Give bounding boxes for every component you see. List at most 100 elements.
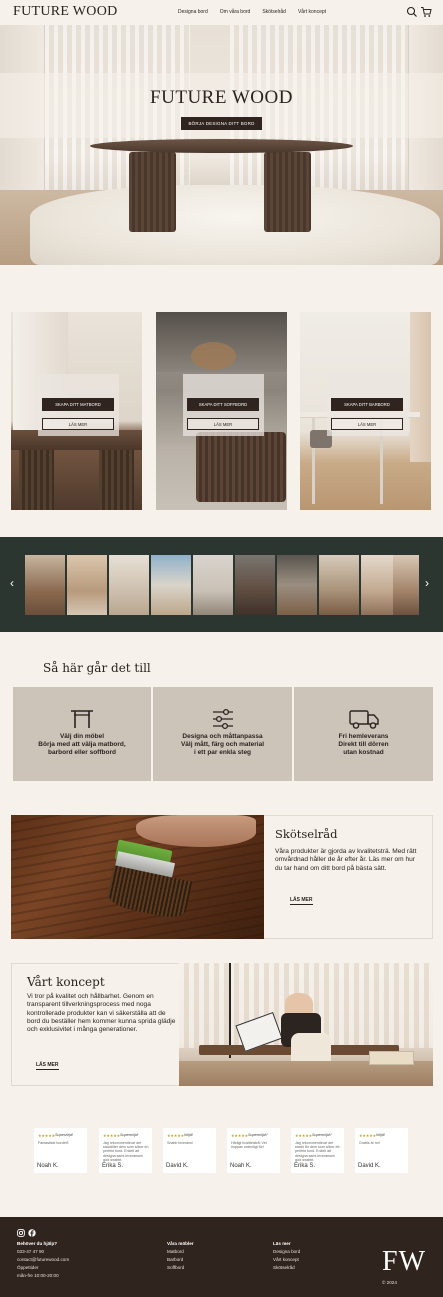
care-title: Skötselråd bbox=[275, 827, 338, 841]
hero-section bbox=[0, 25, 443, 265]
concept-read-more-link[interactable]: LÄS MER bbox=[36, 1062, 59, 1070]
truck-icon bbox=[348, 710, 379, 729]
footer-phone[interactable]: 033-47 47 90 bbox=[17, 1248, 69, 1256]
cart-icon[interactable] bbox=[420, 6, 432, 18]
footer-email[interactable]: contact@futurewood.com bbox=[17, 1256, 69, 1264]
nav-designa-bord[interactable]: Designa bord bbox=[178, 9, 208, 15]
review-name: Noah K. bbox=[37, 1163, 59, 1169]
star-rating: ★★★★★ bbox=[103, 1134, 121, 1138]
table-icon bbox=[71, 710, 93, 728]
review-name: Erika S. bbox=[294, 1163, 316, 1169]
hero-rug bbox=[30, 185, 440, 265]
footer-link-designa-bord[interactable]: Designa bord bbox=[273, 1248, 300, 1256]
step-title: Designa och måttanpassa bbox=[182, 733, 263, 740]
instagram-icon[interactable] bbox=[17, 1229, 25, 1237]
chevron-right-icon[interactable]: › bbox=[425, 577, 429, 589]
concept-box bbox=[369, 1051, 414, 1065]
footer-link-barbord[interactable]: Barbord bbox=[167, 1256, 194, 1264]
step-text: utan kostnad bbox=[343, 749, 384, 756]
star-rating: ★★★★★ bbox=[167, 1134, 185, 1138]
step-text: Direkt till dörren bbox=[338, 741, 389, 748]
footer-link-vart-koncept[interactable]: Vårt koncept bbox=[273, 1256, 300, 1264]
footer-tables-column: Våra möbler Matbord Barbord Soffbord bbox=[167, 1240, 194, 1272]
review-text: Fantastiskt bordet!! bbox=[38, 1141, 69, 1145]
main-nav: Designa bord Om våra bord Skötselråd Vår… bbox=[178, 9, 338, 15]
step-choose: Välj din möbel Börja med att välja matbo… bbox=[13, 687, 151, 781]
card-curtain bbox=[410, 312, 431, 462]
create-soffbord-button[interactable]: SKAPA DITT SOFFBORD bbox=[187, 398, 259, 411]
step-delivery: Fri hemleverans Direkt till dörren utan … bbox=[294, 687, 433, 781]
logo[interactable]: FUTURE WOOD bbox=[13, 4, 118, 20]
footer-help-column: Behöver du hjälp? 033-47 47 90 contact@f… bbox=[17, 1240, 69, 1280]
care-text: Våra produkter är gjorda av kvalitetsträ… bbox=[275, 848, 417, 872]
footer-hours: mån-fre 10:00-20:00 bbox=[17, 1273, 59, 1278]
review-name: Noah K. bbox=[230, 1163, 252, 1169]
create-matbord-button[interactable]: SKAPA DITT MATBORD bbox=[42, 398, 114, 411]
footer-more-heading: Läs mer bbox=[273, 1241, 291, 1246]
step-text: i ett par enkla steg bbox=[193, 749, 252, 756]
step-text: Börja med att välja matbord, bbox=[38, 741, 126, 748]
footer-monogram: FW bbox=[382, 1246, 426, 1277]
star-rating: ★★★★★ bbox=[231, 1134, 249, 1138]
footer-more-column: Läs mer Designa bord Vårt koncept Skötse… bbox=[273, 1240, 300, 1272]
floor-lamp bbox=[229, 963, 231, 1058]
footer-tables-heading: Våra möbler bbox=[167, 1241, 194, 1246]
step-text: barbord eller soffbord bbox=[48, 749, 116, 756]
step-title: Välj din möbel bbox=[59, 733, 105, 740]
footer-link-soffbord[interactable]: Soffbord bbox=[167, 1264, 194, 1272]
read-more-barbord-button[interactable]: LÄS MER bbox=[331, 418, 403, 430]
card-table-leg bbox=[19, 450, 54, 510]
nav-vart-koncept[interactable]: Vårt koncept bbox=[298, 9, 326, 15]
sliders-icon bbox=[212, 708, 233, 730]
chevron-left-icon[interactable]: ‹ bbox=[10, 577, 14, 589]
footer-link-matbord[interactable]: Matbord bbox=[167, 1248, 194, 1256]
review-text: Grattis är mr! bbox=[359, 1141, 380, 1145]
read-more-matbord-button[interactable]: LÄS MER bbox=[42, 418, 114, 430]
gallery-carousel: ‹ › bbox=[0, 537, 443, 632]
gallery-image[interactable] bbox=[277, 555, 317, 615]
review-title: Supernöjd!! bbox=[248, 1133, 268, 1137]
gallery-image[interactable] bbox=[235, 555, 275, 615]
facebook-icon[interactable] bbox=[28, 1229, 36, 1237]
star-rating: ★★★★★ bbox=[295, 1134, 313, 1138]
gallery-image[interactable] bbox=[319, 555, 359, 615]
hero-table-leg-right bbox=[264, 152, 311, 232]
card-soffbord: SKAPA DITT SOFFBORD LÄS MER bbox=[156, 312, 287, 510]
hero-title: FUTURE WOOD bbox=[150, 87, 293, 108]
step-design: Designa och måttanpassa Välj mått, färg … bbox=[153, 687, 292, 781]
footer-copyright: © 2024 bbox=[382, 1280, 397, 1285]
concept-image bbox=[179, 963, 433, 1086]
card-barbord: SKAPA DITT BARBORD LÄS MER bbox=[300, 312, 431, 510]
gallery-image[interactable] bbox=[67, 555, 107, 615]
review-name: David K. bbox=[166, 1163, 189, 1169]
review-text: Jag rekommenderar det stackiliter dem so… bbox=[103, 1141, 149, 1162]
review-name: Erika S. bbox=[102, 1163, 124, 1169]
step-title: Fri hemleverans bbox=[338, 733, 389, 740]
step-text: Välj mått, färg och material bbox=[180, 741, 265, 748]
review-text: Härligt kvalitetsträ! Vet hoppas ordenli… bbox=[231, 1141, 267, 1150]
card-table-leg bbox=[99, 450, 134, 510]
gallery-image[interactable] bbox=[109, 555, 149, 615]
start-design-button[interactable]: BÖRJA DESIGNA DITT BORD bbox=[181, 117, 262, 130]
nav-om-vara-bord[interactable]: Om våra bord bbox=[220, 9, 251, 15]
create-barbord-button[interactable]: SKAPA DITT BARBORD bbox=[331, 398, 403, 411]
review-title: Superzöjd! bbox=[55, 1133, 74, 1137]
gallery-image[interactable] bbox=[25, 555, 65, 615]
review-title: Supernöjd!! bbox=[312, 1133, 332, 1137]
care-read-more-link[interactable]: LÄS MER bbox=[290, 897, 313, 905]
footer-help-heading: Behöver du hjälp? bbox=[17, 1241, 58, 1246]
site-header: FUTURE WOOD Designa bord Om våra bord Sk… bbox=[0, 0, 443, 25]
hero-table-leg-left bbox=[129, 152, 176, 232]
read-more-soffbord-button[interactable]: LÄS MER bbox=[187, 418, 259, 430]
review-title: Supernöjd! bbox=[120, 1133, 139, 1137]
gallery-image[interactable] bbox=[193, 555, 233, 615]
care-image bbox=[11, 815, 264, 939]
footer-link-skotselrad[interactable]: Skötselråd bbox=[273, 1264, 300, 1272]
gallery-image[interactable] bbox=[393, 555, 419, 615]
search-icon[interactable] bbox=[406, 6, 418, 18]
nav-skotselrad[interactable]: Skötselråd bbox=[262, 9, 286, 15]
card-blur-decor bbox=[191, 342, 236, 370]
gallery-image[interactable] bbox=[151, 555, 191, 615]
concept-text: Vi tror på kvalitet och hållbarhet. Geno… bbox=[27, 993, 176, 1034]
card-table-base bbox=[196, 432, 286, 502]
